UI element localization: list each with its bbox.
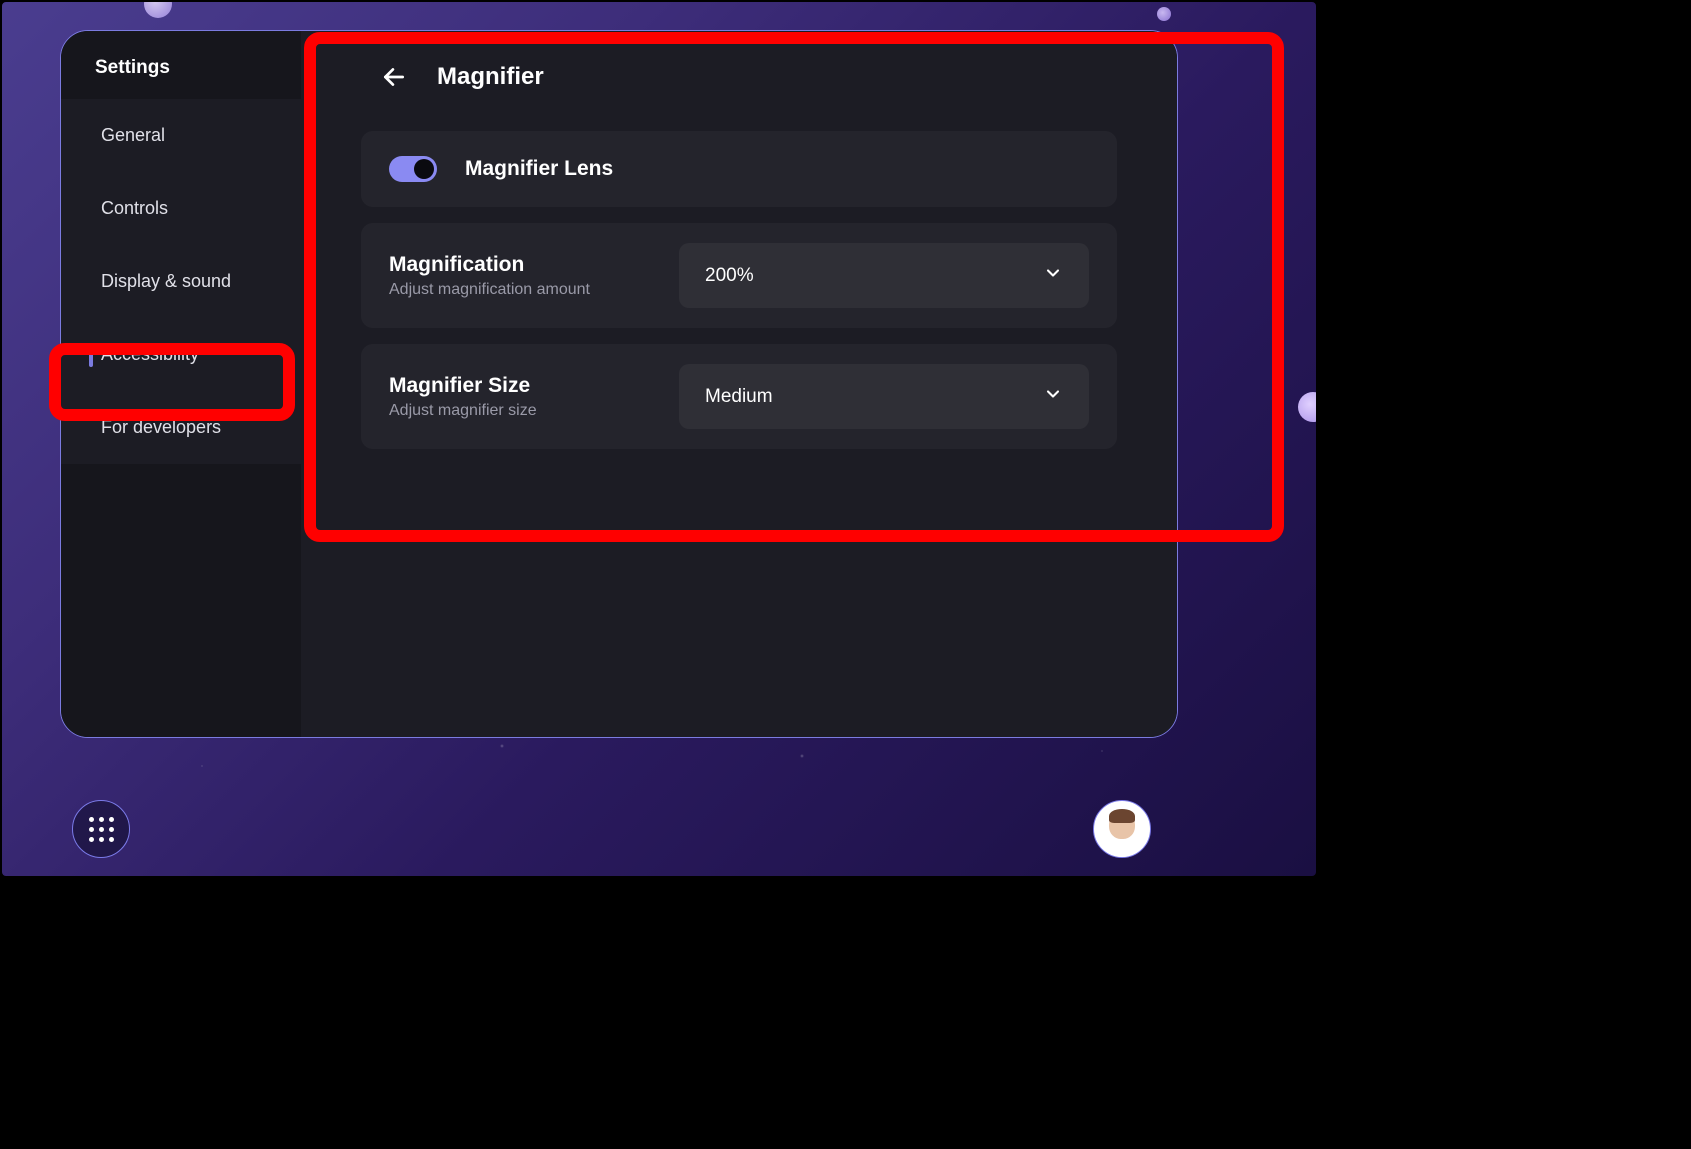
sidebar-item-for-developers[interactable]: For developers bbox=[61, 391, 301, 464]
page-title: Magnifier bbox=[437, 63, 544, 91]
magnifier-lens-toggle[interactable] bbox=[389, 156, 437, 182]
planet-decoration bbox=[1298, 392, 1318, 422]
magnifier-size-row: Magnifier Size Adjust magnifier size Med… bbox=[361, 344, 1117, 449]
sidebar-item-display-sound[interactable]: Display & sound bbox=[61, 245, 301, 318]
main-content: Magnifier Magnifier Lens Magnification A… bbox=[301, 31, 1177, 737]
avatar-button[interactable] bbox=[1093, 800, 1151, 858]
magnification-text: Magnification Adjust magnification amoun… bbox=[389, 253, 590, 299]
magnification-title: Magnification bbox=[389, 253, 590, 277]
sidebar-items: General Controls Display & sound Accessi… bbox=[61, 99, 301, 464]
back-arrow-icon[interactable] bbox=[381, 64, 407, 90]
sidebar-item-controls[interactable]: Controls bbox=[61, 172, 301, 245]
toggle-knob bbox=[414, 159, 434, 179]
magnifier-size-title: Magnifier Size bbox=[389, 374, 537, 398]
magnification-row: Magnification Adjust magnification amoun… bbox=[361, 223, 1117, 328]
sidebar: Settings General Controls Display & soun… bbox=[61, 31, 301, 737]
magnification-value: 200% bbox=[705, 265, 754, 287]
sidebar-item-accessibility[interactable]: Accessibility bbox=[61, 318, 301, 391]
avatar-hair bbox=[1109, 809, 1135, 823]
sidebar-item-general[interactable]: General bbox=[61, 99, 301, 172]
planet-decoration bbox=[144, 0, 172, 18]
content-header: Magnifier bbox=[361, 63, 1117, 91]
settings-window: Settings General Controls Display & soun… bbox=[60, 30, 1178, 738]
avatar-body bbox=[1100, 837, 1144, 858]
avatar-head bbox=[1109, 811, 1135, 839]
sidebar-header: Settings bbox=[61, 31, 301, 99]
app-grid-button[interactable] bbox=[72, 800, 130, 858]
magnifier-size-text: Magnifier Size Adjust magnifier size bbox=[389, 374, 537, 420]
chevron-down-icon bbox=[1043, 263, 1063, 288]
desktop-background: Settings General Controls Display & soun… bbox=[0, 0, 1318, 878]
planet-decoration bbox=[1157, 7, 1171, 21]
magnifier-size-subtitle: Adjust magnifier size bbox=[389, 402, 537, 420]
magnifier-size-dropdown[interactable]: Medium bbox=[679, 364, 1089, 429]
sidebar-title: Settings bbox=[95, 57, 301, 79]
magnification-dropdown[interactable]: 200% bbox=[679, 243, 1089, 308]
grid-icon bbox=[89, 817, 114, 842]
magnifier-size-value: Medium bbox=[705, 386, 773, 408]
magnifier-lens-row: Magnifier Lens bbox=[361, 131, 1117, 207]
chevron-down-icon bbox=[1043, 384, 1063, 409]
magnification-subtitle: Adjust magnification amount bbox=[389, 281, 590, 299]
magnifier-lens-label: Magnifier Lens bbox=[465, 157, 613, 181]
